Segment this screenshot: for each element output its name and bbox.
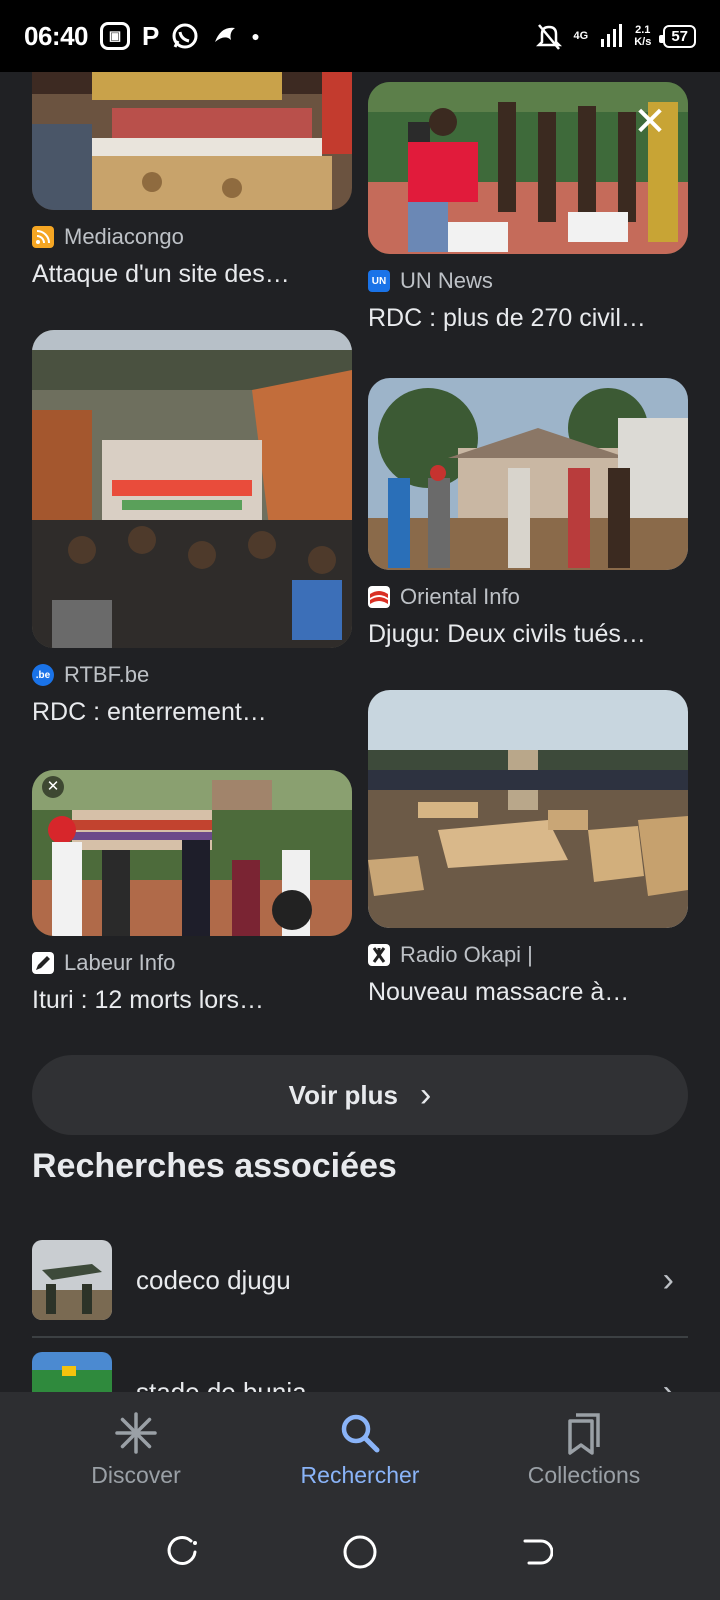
- radio-okapi-icon: [368, 944, 390, 966]
- result-card[interactable]: Mediacongo Attaque d'un site des…: [32, 72, 352, 289]
- result-title[interactable]: RDC : plus de 270 civil…: [368, 304, 688, 333]
- result-card[interactable]: ✕ Labeur Info Ituri : 12 morts lors…: [32, 770, 352, 1015]
- result-card[interactable]: Radio Okapi | Nouveau massacre à…: [368, 690, 688, 1007]
- oriental-info-icon: [368, 586, 390, 608]
- bookmarks-icon: [562, 1408, 606, 1458]
- result-source: Mediacongo: [64, 224, 184, 249]
- nav-label: Discover: [91, 1462, 181, 1488]
- result-image[interactable]: ✕: [368, 82, 688, 254]
- nav-collections[interactable]: Collections: [484, 1408, 684, 1489]
- battery-level: 57: [671, 27, 688, 45]
- network-speed: 2.1 K/s: [634, 24, 651, 48]
- result-card[interactable]: ✕ UN UN News RDC : plus de 270 civil…: [368, 82, 688, 333]
- result-source: Radio Okapi |: [400, 942, 533, 967]
- un-news-icon: UN: [368, 270, 390, 292]
- battery-icon: 57: [659, 24, 696, 48]
- result-source: UN News: [400, 268, 493, 293]
- result-title[interactable]: Attaque d'un site des…: [32, 260, 352, 289]
- system-navigation: [0, 1522, 720, 1582]
- rss-icon: [32, 226, 54, 248]
- see-more-button[interactable]: Voir plus ›: [32, 1055, 688, 1135]
- bell-off-icon: [535, 22, 562, 50]
- related-thumbnail: [32, 1352, 112, 1392]
- chevron-right-icon: ›: [419, 1075, 432, 1114]
- nav-search[interactable]: Rechercher: [260, 1408, 460, 1489]
- speed-unit: K/s: [634, 36, 652, 48]
- result-title[interactable]: Nouveau massacre à…: [368, 978, 688, 1007]
- back-icon[interactable]: [506, 1522, 566, 1582]
- result-image[interactable]: [368, 378, 688, 570]
- result-title[interactable]: Ituri : 12 morts lors…: [32, 986, 352, 1015]
- result-source: Oriental Info: [400, 584, 520, 609]
- asterisk-icon: [114, 1408, 158, 1458]
- see-more-label: Voir plus: [288, 1079, 398, 1110]
- nav-label: Collections: [527, 1462, 641, 1488]
- result-image[interactable]: ✕: [32, 770, 352, 936]
- dismiss-icon[interactable]: ✕: [42, 776, 64, 798]
- divider: [32, 1336, 688, 1338]
- related-search-label: stade de bunia: [136, 1376, 307, 1393]
- recents-icon[interactable]: [154, 1522, 214, 1582]
- app-icon: ▣: [100, 22, 130, 50]
- bird-icon: [211, 22, 239, 50]
- nav-discover[interactable]: Discover: [36, 1408, 236, 1489]
- home-icon[interactable]: [330, 1522, 390, 1582]
- result-image[interactable]: [32, 330, 352, 648]
- dismiss-icon[interactable]: ✕: [630, 102, 670, 142]
- rtbf-icon: .be: [32, 664, 54, 686]
- related-thumbnail: [32, 1240, 112, 1320]
- result-source: Labeur Info: [64, 950, 176, 975]
- bottom-navigation: Discover Rechercher Collections: [0, 1392, 720, 1600]
- signal-icon: [600, 23, 623, 49]
- speed-value: 2.1: [635, 24, 651, 36]
- pen-icon: [32, 952, 54, 974]
- results-content: Mediacongo Attaque d'un site des… ✕ UN U…: [0, 72, 720, 1392]
- status-time: 06:40: [24, 20, 89, 51]
- p-icon: P: [142, 20, 160, 51]
- result-source: RTBF.be: [64, 662, 150, 687]
- nav-label: Rechercher: [300, 1462, 420, 1488]
- result-card[interactable]: Oriental Info Djugu: Deux civils tués…: [368, 378, 688, 649]
- status-bar: 06:40 ▣ P ● 4G 2.1 K/s 57: [0, 0, 720, 72]
- dot-icon: ●: [251, 28, 260, 44]
- chevron-right-icon: ›: [662, 1372, 674, 1393]
- related-searches-title: Recherches associées: [32, 1147, 397, 1185]
- result-title[interactable]: Djugu: Deux civils tués…: [368, 620, 688, 649]
- related-search-item[interactable]: stade de bunia ›: [32, 1352, 688, 1392]
- chevron-right-icon: ›: [662, 1260, 674, 1299]
- result-image[interactable]: [368, 690, 688, 928]
- search-icon: [338, 1408, 382, 1458]
- result-title[interactable]: RDC : enterrement…: [32, 698, 352, 727]
- related-search-label: codeco djugu: [136, 1264, 291, 1295]
- related-search-item[interactable]: codeco djugu ›: [32, 1240, 688, 1320]
- result-image[interactable]: [32, 72, 352, 210]
- network-type: 4G: [573, 30, 589, 42]
- result-card[interactable]: .be RTBF.be RDC : enterrement…: [32, 330, 352, 727]
- whatsapp-icon: [171, 22, 199, 50]
